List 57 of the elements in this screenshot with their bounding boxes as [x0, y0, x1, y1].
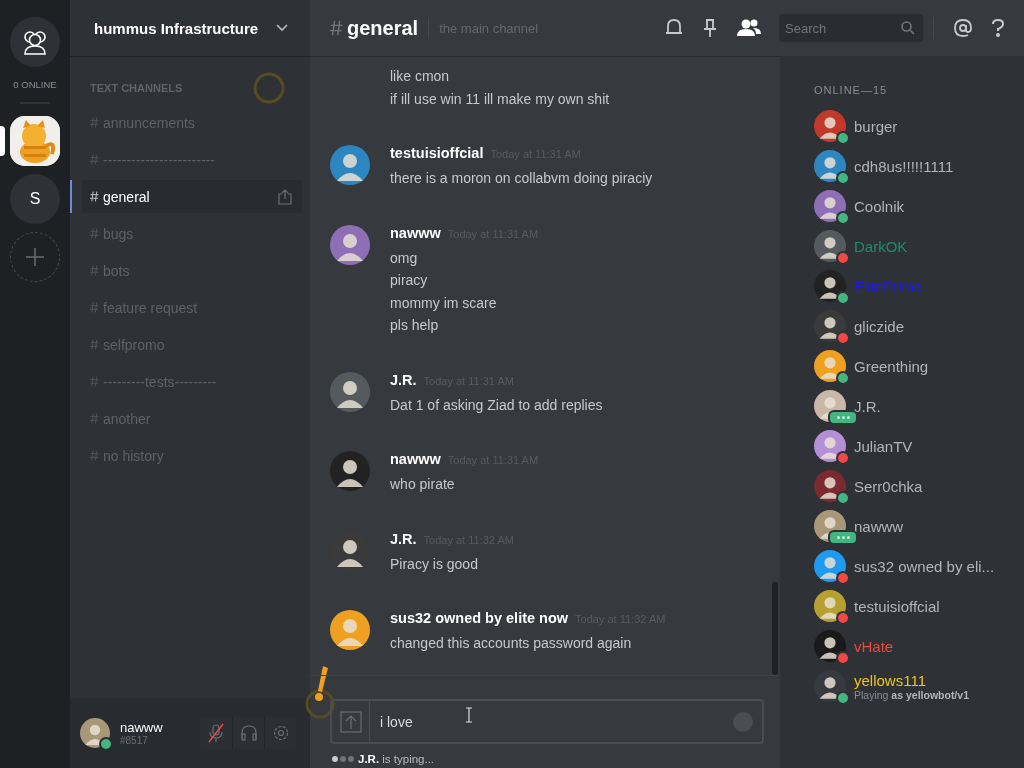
- member-item[interactable]: cdh8us!!!!!1111: [814, 150, 1024, 182]
- channel-title: general: [347, 16, 419, 40]
- member-item[interactable]: burger: [814, 110, 1024, 142]
- member-name: gliczide: [854, 317, 905, 335]
- username: nawww: [120, 720, 164, 735]
- member-name: Coolnik: [854, 197, 905, 215]
- member-name: Greenthing: [854, 357, 929, 375]
- message-text: like cmon: [390, 67, 451, 86]
- message-text: if ill use win 11 ill make my own shit: [390, 89, 610, 109]
- message-text: omg: [390, 248, 419, 268]
- member-name: sus32 owned by eli...: [854, 557, 995, 575]
- member-activity: Playing as yellowbot/v1: [854, 688, 969, 701]
- member-name: DarkOK: [854, 237, 908, 255]
- server-button[interactable]: S: [10, 174, 60, 224]
- message-text: piracy: [390, 271, 429, 290]
- message-text: who pirate: [390, 475, 456, 494]
- members-header: ONLINE—15: [814, 84, 889, 96]
- server-name[interactable]: hummus Infrastructure: [94, 19, 259, 37]
- message-text: Piracy is good: [390, 554, 479, 574]
- search-field[interactable]: Search: [779, 14, 923, 42]
- author-name[interactable]: J.R.: [390, 371, 417, 388]
- member-name: Serr0chka: [854, 477, 923, 495]
- member-item[interactable]: J.R.: [814, 390, 1024, 422]
- member-name: vHate: [854, 637, 894, 655]
- message-text: changed this accounts password again: [390, 634, 633, 653]
- member-item[interactable]: nawww: [814, 510, 1024, 542]
- message-text: mommy im scare: [390, 293, 498, 313]
- message-box[interactable]: i love: [330, 699, 764, 744]
- member-name: ElitePrime: [854, 277, 923, 295]
- message-text: there is a moron on collabvm doing piraciy: [390, 169, 653, 188]
- member-item[interactable]: gliczide: [814, 310, 1024, 342]
- author-name[interactable]: J.R.: [390, 530, 417, 547]
- typing-indicator: J.R. is typing...: [358, 753, 435, 765]
- member-name: testuisioffcial: [854, 597, 940, 615]
- member-name: JulianTV: [854, 437, 913, 455]
- member-name: J.R.: [854, 397, 881, 415]
- member-name: burger: [854, 117, 898, 135]
- member-item[interactable]: yellows111 Playing as yellowbot/v1: [814, 670, 1024, 702]
- message-input[interactable]: i love: [370, 701, 732, 742]
- message-text: Dat 1 of asking Ziad to add replies: [390, 395, 603, 415]
- author-name[interactable]: nawww: [390, 224, 441, 241]
- online-count: 0 ONLINE: [13, 79, 57, 90]
- author-name[interactable]: nawww: [390, 451, 441, 467]
- member-item[interactable]: testuisioffcial: [814, 590, 1024, 622]
- member-item[interactable]: Coolnik: [814, 190, 1024, 222]
- member-name: cdh8us!!!!!1111: [854, 157, 954, 175]
- member-item[interactable]: JulianTV: [814, 430, 1024, 462]
- author-name[interactable]: testuisioffcial: [390, 145, 484, 161]
- author-name[interactable]: sus32 owned by elite now: [390, 610, 569, 626]
- member-item[interactable]: Serr0chka: [814, 470, 1024, 502]
- message-text: pls help: [390, 316, 440, 335]
- member-item[interactable]: vHate: [814, 630, 1024, 662]
- member-item[interactable]: sus32 owned by eli...: [814, 550, 1024, 582]
- member-item[interactable]: Greenthing: [814, 350, 1024, 382]
- user-tag: #8517: [120, 735, 190, 746]
- member-name: nawww: [854, 517, 904, 535]
- member-name: yellows111: [854, 671, 927, 689]
